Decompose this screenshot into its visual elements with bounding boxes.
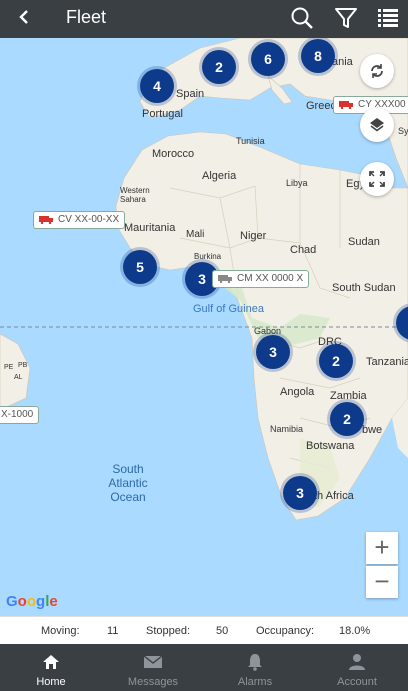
fleet-map[interactable]: Spain Portugal Greece ania Tunisia Moroc… <box>0 38 408 616</box>
label-botswana: Botswana <box>306 440 355 452</box>
label-portugal: Portugal <box>142 108 183 120</box>
label-romania: ania <box>332 56 353 68</box>
user-icon <box>349 654 365 670</box>
vehicle-plate: X-1000 <box>1 409 34 420</box>
mail-icon <box>144 655 162 668</box>
cluster-france[interactable]: 2 <box>202 50 236 84</box>
tab-account[interactable]: Account <box>306 644 408 691</box>
label-algeria: Algeria <box>202 170 237 182</box>
label-spain: Spain <box>176 88 205 100</box>
vehicle-plate: CM XX 0000 X <box>237 273 304 284</box>
refresh-button[interactable] <box>360 54 394 88</box>
cluster-spain[interactable]: 4 <box>140 69 174 103</box>
search-icon <box>291 7 313 29</box>
filter-button[interactable] <box>332 4 360 32</box>
fullscreen-button[interactable] <box>360 162 394 196</box>
home-icon <box>43 655 59 669</box>
tab-messages[interactable]: Messages <box>102 644 204 691</box>
truck-icon <box>339 101 353 109</box>
map-background <box>0 38 408 521</box>
truck-icon <box>218 275 232 283</box>
label-zimbabwe: bwe <box>362 424 383 436</box>
label-niger: Niger <box>240 230 267 242</box>
top-app-bar: Fleet <box>0 0 408 38</box>
google-logo: Google <box>6 593 58 610</box>
vehicle-tag-x1000[interactable]: X-1000 <box>0 406 40 424</box>
zoom-out-button[interactable]: − <box>366 566 398 598</box>
label-tunisia: Tunisia <box>236 136 265 146</box>
label-burkina: Burkina <box>194 252 222 261</box>
cluster-west-africa[interactable]: 5 <box>123 250 157 284</box>
truck-icon <box>39 216 53 224</box>
label-gulf-of-guinea: Gulf of Guinea <box>193 303 264 315</box>
label-chad: Chad <box>290 244 317 256</box>
tab-label: Messages <box>127 676 179 688</box>
vehicle-tag-cv[interactable]: CV XX-00-XX <box>33 211 126 229</box>
tab-label: Account <box>337 676 377 688</box>
fleet-stats-bar: Moving: 11 Stopped: 50 Occupancy: 18.0% <box>0 616 408 644</box>
bottom-tab-bar: Home Messages Alarms Account <box>0 644 408 691</box>
label-western-sahara: Western Sahara <box>120 186 150 204</box>
stopped-value: 50 <box>216 625 229 637</box>
moving-label: Moving: <box>41 625 80 637</box>
list-icon <box>378 9 398 27</box>
tab-label: Alarms <box>237 676 273 688</box>
stopped-label: Stopped: <box>146 625 191 637</box>
cluster-south-africa[interactable]: 3 <box>283 476 317 510</box>
label-namibia: Namibia <box>270 424 304 434</box>
layers-button[interactable] <box>360 108 394 142</box>
label-mauritania: Mauritania <box>124 222 176 234</box>
fullscreen-icon <box>369 171 385 187</box>
occupancy-value: 18.0% <box>339 625 371 637</box>
cluster-balkans[interactable]: 8 <box>301 39 335 73</box>
label-angola: Angola <box>280 386 315 398</box>
label-sudan: Sudan <box>348 236 380 248</box>
tab-alarms[interactable]: Alarms <box>204 644 306 691</box>
moving-value: 11 <box>107 625 119 637</box>
label-libya: Libya <box>286 178 308 188</box>
page-title: Fleet <box>66 7 107 27</box>
label-pb: PB <box>18 362 28 369</box>
label-south-atlantic: South Atlantic Ocean <box>108 462 148 504</box>
label-tanzania: Tanzania <box>366 356 408 368</box>
bell-icon <box>248 654 262 671</box>
label-mali: Mali <box>186 229 205 240</box>
cluster-gabon[interactable]: 3 <box>256 335 290 369</box>
refresh-icon <box>371 64 383 78</box>
label-morocco: Morocco <box>152 148 195 160</box>
label-syria: Sy <box>398 126 408 136</box>
label-zambia: Zambia <box>330 390 367 402</box>
label-al: AL <box>14 374 23 381</box>
list-view-button[interactable] <box>374 4 402 32</box>
occupancy-label: Occupancy: <box>256 625 315 637</box>
tab-label: Home <box>36 676 66 688</box>
cluster-italy[interactable]: 6 <box>251 42 285 76</box>
label-pe: PE <box>4 364 14 371</box>
vehicle-tag-cm[interactable]: CM XX 0000 X <box>212 270 310 288</box>
layers-icon <box>370 118 384 132</box>
tab-home[interactable]: Home <box>0 644 102 691</box>
label-south-africa: th Africa <box>314 490 354 502</box>
cluster-drc[interactable]: 2 <box>319 344 353 378</box>
cluster-zambia[interactable]: 2 <box>330 402 364 436</box>
zoom-in-button[interactable]: + <box>366 532 398 564</box>
label-south-sudan: South Sudan <box>332 282 396 294</box>
chevron-left-icon <box>19 10 28 24</box>
search-button[interactable] <box>288 4 316 32</box>
back-button[interactable] <box>14 4 38 32</box>
filter-icon <box>335 8 357 28</box>
vehicle-plate: CV XX-00-XX <box>58 214 120 225</box>
